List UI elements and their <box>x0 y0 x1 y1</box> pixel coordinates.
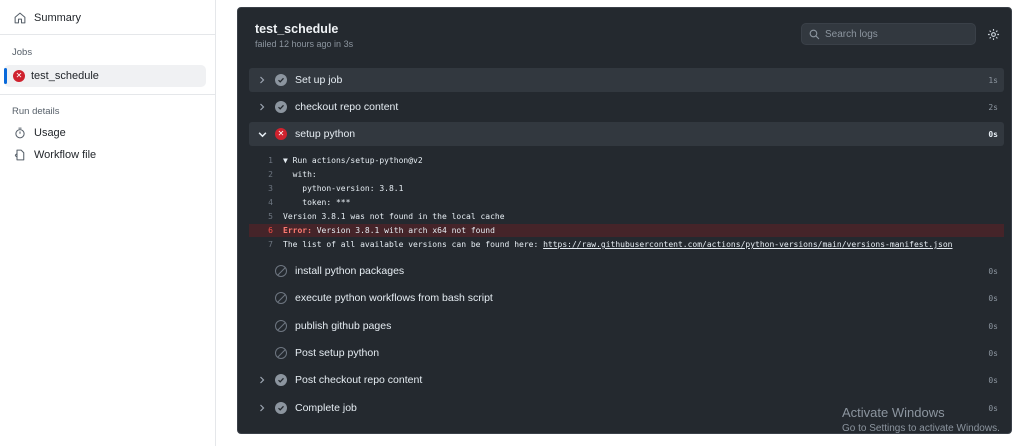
chevron-right-icon <box>255 103 269 111</box>
skipped-icon <box>275 292 287 304</box>
step-duration: 2s <box>988 102 998 112</box>
log-line: 1 ▼ Run actions/setup-python@v2 <box>249 154 1004 167</box>
activate-windows-watermark: Activate Windows Go to Settings to activ… <box>842 405 1000 437</box>
log-line: 7 The list of all available versions can … <box>249 238 1004 251</box>
line-number: 7 <box>268 240 273 249</box>
success-icon <box>275 74 287 86</box>
step-execute-python-workflows[interactable]: execute python workflows from bash scrip… <box>249 286 1004 310</box>
step-label: execute python workflows from bash scrip… <box>295 292 493 304</box>
usage-link[interactable]: Usage <box>12 122 66 144</box>
log-text: The list of all available versions can b… <box>283 240 544 249</box>
failed-icon: ✕ <box>13 70 25 82</box>
chevron-down-icon <box>255 130 269 139</box>
line-number: 3 <box>268 184 273 193</box>
line-number: 6 <box>268 226 273 235</box>
step-duration: 1s <box>988 75 998 85</box>
divider <box>0 94 216 95</box>
active-indicator <box>4 68 7 84</box>
step-duration: 0s <box>988 348 998 358</box>
sidebar: Summary Jobs ✕ test_schedule Run details… <box>0 0 216 446</box>
step-setup-python[interactable]: ✕ setup python 0s <box>249 122 1004 146</box>
log-text: with: <box>283 170 317 179</box>
success-icon <box>275 374 287 386</box>
job-title: test_schedule <box>255 22 339 36</box>
step-post-checkout-repo-content[interactable]: Post checkout repo content 0s <box>249 368 1004 392</box>
job-label: test_schedule <box>31 70 99 82</box>
usage-label: Usage <box>34 127 66 139</box>
step-label: setup python <box>295 128 356 140</box>
failed-icon: ✕ <box>275 128 287 140</box>
step-publish-github-pages[interactable]: publish github pages 0s <box>249 314 1004 338</box>
log-line: 3 python-version: 3.8.1 <box>249 182 1004 195</box>
skipped-icon <box>275 320 287 332</box>
job-item-test-schedule[interactable]: ✕ test_schedule <box>4 65 206 87</box>
success-icon <box>275 402 287 414</box>
chevron-right-icon <box>255 76 269 84</box>
job-status: failed 12 hours ago in 3s <box>255 39 354 49</box>
stopwatch-icon <box>12 125 28 141</box>
chevron-right-icon <box>255 404 269 412</box>
step-checkout-repo-content[interactable]: checkout repo content 2s <box>249 95 1004 119</box>
versions-manifest-link[interactable]: https://raw.githubusercontent.com/action… <box>543 240 952 249</box>
log-line: 5 Version 3.8.1 was not found in the loca… <box>249 210 1004 223</box>
log-line: 4 token: *** <box>249 196 1004 209</box>
line-number: 5 <box>268 212 273 221</box>
run-details-header: Run details <box>12 106 60 117</box>
step-label: checkout repo content <box>295 101 399 113</box>
skipped-icon <box>275 265 287 277</box>
chevron-right-icon <box>255 376 269 384</box>
watermark-title: Activate Windows <box>842 405 945 420</box>
file-icon <box>12 147 28 163</box>
success-icon <box>275 101 287 113</box>
step-duration: 0s <box>988 375 998 385</box>
watermark-subtitle: Go to Settings to activate Windows. <box>842 423 1000 434</box>
workflow-file-link[interactable]: Workflow file <box>12 144 96 166</box>
log-text: ▼ Run actions/setup-python@v2 <box>283 156 423 165</box>
log-line-error: 6 Error: Version 3.8.1 with arch x64 not … <box>249 224 1004 237</box>
step-label: Complete job <box>295 402 357 414</box>
step-duration: 0s <box>988 129 998 139</box>
step-label: Post checkout repo content <box>295 374 423 386</box>
step-post-setup-python[interactable]: Post setup python 0s <box>249 341 1004 365</box>
workflow-file-label: Workflow file <box>34 149 97 161</box>
log-text: Version 3.8.1 was not found in the local… <box>283 212 505 221</box>
step-duration: 0s <box>988 321 998 331</box>
jobs-header: Jobs <box>12 47 33 58</box>
line-number: 1 <box>268 156 273 165</box>
divider <box>0 34 216 35</box>
line-number: 4 <box>268 198 273 207</box>
error-label: Error: <box>283 226 312 235</box>
step-label: install python packages <box>295 265 405 277</box>
search-logs-input[interactable]: Search logs <box>801 23 976 45</box>
step-duration: 0s <box>988 266 998 276</box>
step-label: Post setup python <box>295 347 380 359</box>
home-icon <box>12 10 28 26</box>
job-log-panel: test_schedule failed 12 hours ago in 3s … <box>237 7 1012 434</box>
log-line: 2 with: <box>249 168 1004 181</box>
summary-label: Summary <box>34 12 82 24</box>
summary-link[interactable]: Summary <box>12 7 81 29</box>
search-icon <box>809 29 820 40</box>
line-number: 2 <box>268 170 273 179</box>
step-label: Set up job <box>295 74 343 86</box>
skipped-icon <box>275 347 287 359</box>
log-text: python-version: 3.8.1 <box>283 184 404 193</box>
search-placeholder: Search logs <box>825 28 878 40</box>
step-label: publish github pages <box>295 320 392 332</box>
step-set-up-job[interactable]: Set up job 1s <box>249 68 1004 92</box>
gear-icon[interactable] <box>986 27 1000 41</box>
log-text: token: *** <box>283 198 351 207</box>
step-duration: 0s <box>988 293 998 303</box>
step-install-python-packages[interactable]: install python packages 0s <box>249 259 1004 283</box>
log-text: Version 3.8.1 with arch x64 not found <box>311 226 495 235</box>
